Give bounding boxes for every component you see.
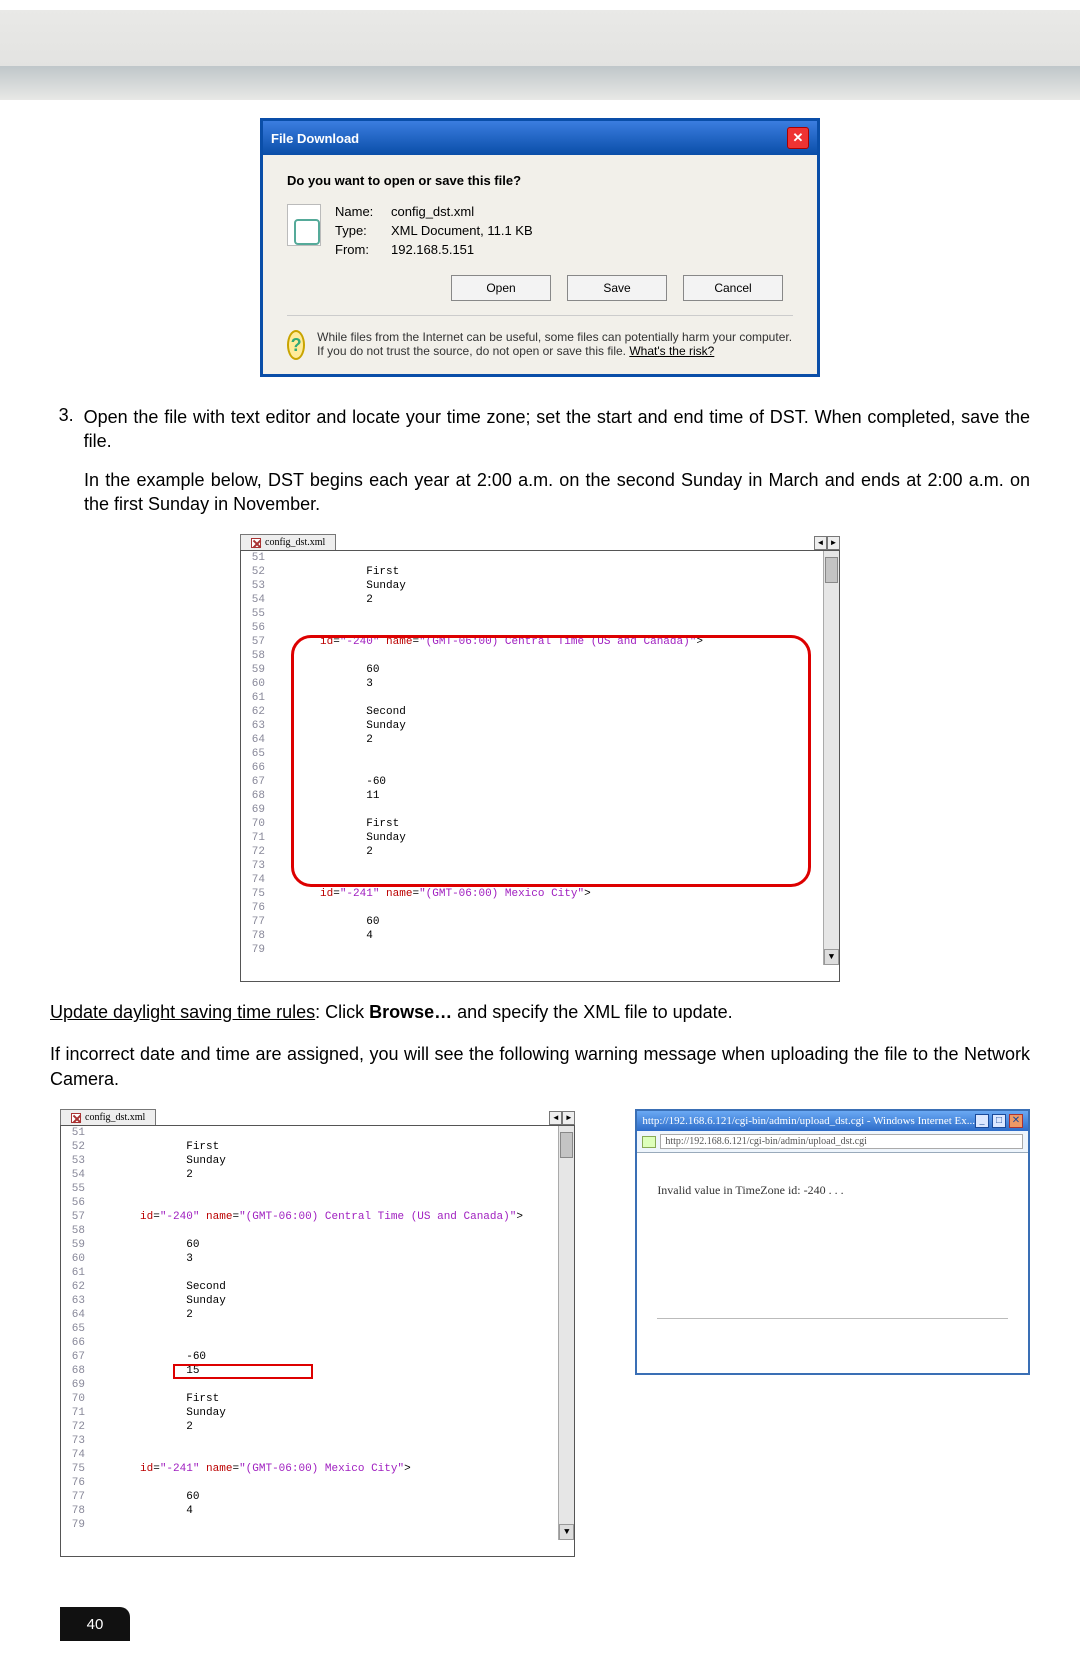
browse-label: Browse… <box>369 1002 452 1022</box>
maximize-icon[interactable]: □ <box>992 1114 1006 1128</box>
file-download-question: Do you want to open or save this file? <box>287 173 793 188</box>
ie-error-text: Invalid value in TimeZone id: -240 . . . <box>657 1183 1008 1198</box>
close-icon[interactable]: ✕ <box>787 127 809 149</box>
chevron-right-icon[interactable]: ► <box>827 536 840 550</box>
tab-close-icon[interactable] <box>251 538 261 548</box>
type-value: XML Document, 11.1 KB <box>391 223 533 238</box>
editor-a: config_dst.xml ◄► 51 52 First53 Sunday54… <box>240 534 840 982</box>
chevron-left-icon[interactable]: ◄ <box>549 1111 562 1125</box>
file-download-warning: While files from the Internet can be use… <box>317 330 793 360</box>
ie-titlebar[interactable]: http://192.168.6.121/cgi-bin/admin/uploa… <box>637 1111 1028 1131</box>
file-download-details: Name: config_dst.xml Type: XML Document,… <box>335 204 533 257</box>
ie-error-window: http://192.168.6.121/cgi-bin/admin/uploa… <box>635 1109 1030 1375</box>
step-number-3: 3. <box>50 405 74 454</box>
chevron-down-icon[interactable]: ▼ <box>824 949 839 965</box>
ie-title-text: http://192.168.6.121/cgi-bin/admin/uploa… <box>642 1115 975 1127</box>
example-text: In the example below, DST begins each ye… <box>84 468 1030 517</box>
type-label: Type: <box>335 223 391 238</box>
warning-paragraph: If incorrect date and time are assigned,… <box>50 1042 1030 1091</box>
from-label: From: <box>335 242 391 257</box>
name-label: Name: <box>335 204 391 219</box>
question-icon: ? <box>287 330 305 360</box>
scrollbar-thumb[interactable] <box>560 1132 573 1158</box>
close-icon[interactable]: ✕ <box>1009 1114 1023 1128</box>
file-download-title: File Download <box>271 131 359 146</box>
ie-url: http://192.168.6.121/cgi-bin/admin/uploa… <box>660 1134 1023 1149</box>
tab-scroll-arrows[interactable]: ◄► <box>549 1111 575 1125</box>
page-number: 40 <box>60 1607 130 1641</box>
highlight-circle <box>291 635 811 887</box>
update-rules-text: Update daylight saving time rules: Click… <box>50 1000 1030 1024</box>
name-value: config_dst.xml <box>391 204 533 219</box>
step-3-text: Open the file with text editor and locat… <box>84 405 1030 454</box>
tab-close-icon[interactable] <box>71 1113 81 1123</box>
file-download-titlebar[interactable]: File Download ✕ <box>263 121 817 155</box>
minimize-icon[interactable]: _ <box>975 1114 989 1128</box>
open-button[interactable]: Open <box>451 275 551 301</box>
vertical-scrollbar[interactable]: ▼ <box>823 551 839 965</box>
save-button[interactable]: Save <box>567 275 667 301</box>
chevron-down-icon[interactable]: ▼ <box>559 1524 574 1540</box>
update-rules-underline: Update daylight saving time rules <box>50 1002 315 1022</box>
xml-file-icon <box>287 204 321 246</box>
page-header-accent <box>0 10 1080 100</box>
cancel-button[interactable]: Cancel <box>683 275 783 301</box>
code-editor[interactable]: 51 52 First53 Sunday54 255 56 57 id="-24… <box>240 550 840 982</box>
editor-b: config_dst.xml ◄► 51 52 First53 Sunday54… <box>60 1109 575 1557</box>
code-editor[interactable]: 51 52 First53 Sunday54 255 56 57 id="-24… <box>60 1125 575 1557</box>
from-value: 192.168.5.151 <box>391 242 533 257</box>
scrollbar-thumb[interactable] <box>825 557 838 583</box>
editor-tab[interactable]: config_dst.xml <box>60 1109 156 1125</box>
chevron-left-icon[interactable]: ◄ <box>814 536 827 550</box>
ie-address-bar[interactable]: http://192.168.6.121/cgi-bin/admin/uploa… <box>637 1131 1028 1153</box>
vertical-scrollbar[interactable]: ▼ <box>558 1126 574 1540</box>
ie-page-icon <box>642 1136 656 1148</box>
highlight-box <box>173 1364 313 1379</box>
editor-tab[interactable]: config_dst.xml <box>240 534 336 550</box>
whats-the-risk-link[interactable]: What's the risk? <box>629 344 714 358</box>
file-download-dialog: File Download ✕ Do you want to open or s… <box>260 118 820 377</box>
tab-scroll-arrows[interactable]: ◄► <box>814 536 840 550</box>
chevron-right-icon[interactable]: ► <box>562 1111 575 1125</box>
